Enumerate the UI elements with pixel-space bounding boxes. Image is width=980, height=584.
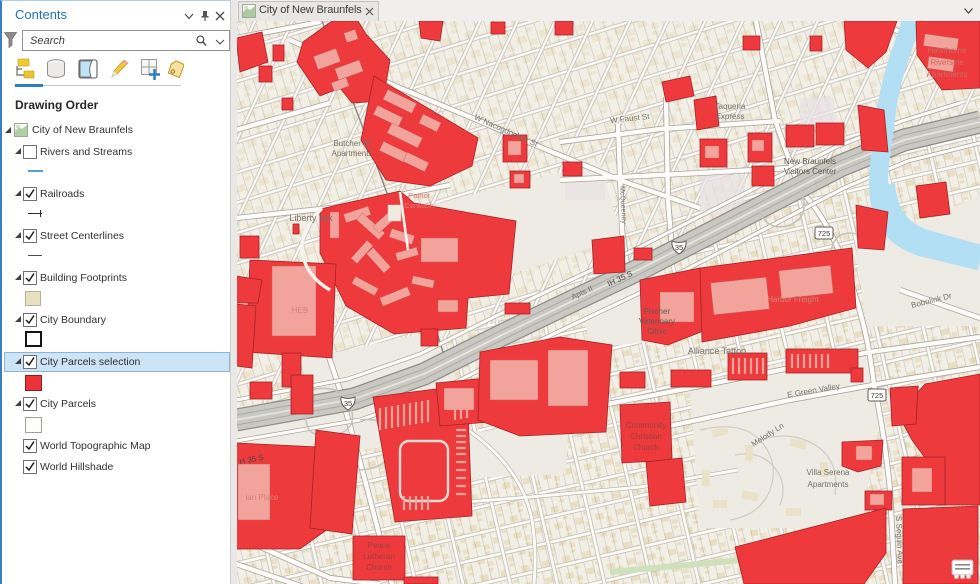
svg-text:Alliance Tattoo: Alliance Tattoo — [688, 346, 746, 356]
svg-text:Peace: Peace — [368, 541, 391, 550]
svg-text:35: 35 — [344, 399, 352, 408]
svg-text:Liberty Tax: Liberty Tax — [289, 213, 333, 223]
svg-text:S Seguin Ave: S Seguin Ave — [894, 516, 905, 565]
svg-text:Carwash: Carwash — [404, 201, 434, 210]
svg-text:HEB: HEB — [292, 306, 308, 315]
svg-text:New Braunfels: New Braunfels — [784, 157, 836, 166]
svg-text:Christian: Christian — [630, 432, 662, 441]
svg-text:35: 35 — [675, 243, 683, 252]
svg-text:Express: Express — [716, 112, 745, 121]
svg-text:Fischer: Fischer — [644, 307, 671, 316]
svg-text:Butcher St: Butcher St — [333, 139, 371, 148]
svg-text:Riverside: Riverside — [930, 58, 964, 67]
svg-text:725: 725 — [871, 391, 884, 400]
svg-text:Apartments: Apartments — [808, 480, 849, 489]
svg-text:Apartments: Apartments — [927, 70, 968, 79]
svg-text:Veterinary: Veterinary — [639, 317, 675, 326]
svg-text:Patriot: Patriot — [408, 191, 431, 200]
svg-text:Hawthorne: Hawthorne — [928, 46, 967, 55]
svg-text:Apartments: Apartments — [332, 149, 373, 158]
svg-text:Church: Church — [633, 443, 659, 452]
svg-text:Church: Church — [366, 563, 392, 572]
svg-text:725: 725 — [818, 229, 831, 238]
svg-text:Taqueria: Taqueria — [715, 102, 746, 111]
svg-text:lan Place: lan Place — [246, 493, 279, 502]
svg-text:Visitors Center: Visitors Center — [784, 167, 837, 176]
svg-text:Villa Serena: Villa Serena — [807, 468, 851, 477]
svg-text:Lutheran: Lutheran — [363, 552, 395, 561]
svg-text:Clinic: Clinic — [647, 327, 667, 336]
svg-text:Harbor Freight: Harbor Freight — [767, 295, 819, 304]
svg-text:Community: Community — [626, 421, 666, 430]
